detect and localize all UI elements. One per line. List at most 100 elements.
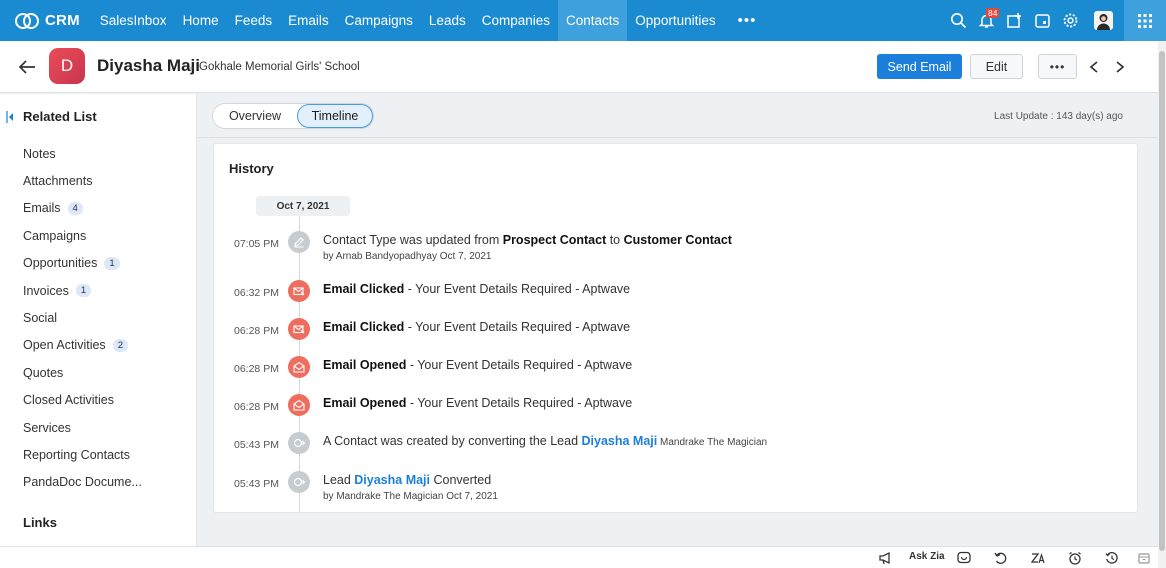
ask-zia-button[interactable]: Ask Zia	[909, 551, 945, 562]
related-item-quotes[interactable]: Quotes	[23, 359, 142, 386]
related-item-attachments[interactable]: Attachments	[23, 167, 142, 194]
history-icon[interactable]	[1105, 551, 1119, 565]
entry-time: 05:43 PM	[234, 478, 279, 490]
entry-subtext: by Mandrake The Magician Oct 7, 2021	[323, 491, 498, 502]
search-icon	[950, 13, 966, 29]
related-item-social[interactable]: Social	[23, 304, 142, 331]
top-nav: CRM SalesInbox Home Feeds Emails Campaig…	[0, 0, 1166, 41]
nav-more-button[interactable]: •••	[724, 0, 771, 41]
brand-name: CRM	[45, 12, 80, 29]
related-item-invoices[interactable]: Invoices 1	[23, 277, 142, 304]
timeline-date-chip: Oct 7, 2021	[256, 196, 350, 216]
entry-text: Email Clicked - Your Event Details Requi…	[323, 320, 631, 334]
record-separator: -	[190, 60, 194, 74]
nav-tab-contacts[interactable]: Contacts	[558, 0, 628, 41]
alarm-clock-icon[interactable]	[1068, 551, 1082, 565]
email-opened-icon	[288, 394, 310, 416]
tab-overview[interactable]: Overview	[213, 104, 297, 128]
edit-button[interactable]: Edit	[970, 54, 1023, 79]
entry-text: Email Opened - Your Event Details Requir…	[323, 358, 633, 372]
more-actions-button[interactable]: •••	[1038, 54, 1077, 79]
history-card: History Oct 7, 2021 07:05 PM Contact Typ…	[213, 143, 1138, 513]
related-list-items: Notes Attachments Emails 4 Campaigns Oppo…	[23, 140, 142, 496]
nav-utilities: 84	[944, 0, 1166, 41]
record-header: D Diyasha Maji - Gokhale Memorial Girls'…	[0, 41, 1158, 93]
timeline-entry: 06:28 PM Email Opened - Your Event Detai…	[214, 355, 1134, 385]
record-name: Diyasha Maji	[97, 56, 200, 75]
create-button[interactable]	[1000, 0, 1028, 41]
chat-icon[interactable]	[957, 551, 971, 565]
related-item-services[interactable]: Services	[23, 414, 142, 441]
calendar-button[interactable]	[1028, 0, 1056, 41]
bottom-toolbar: Ask Zia	[0, 546, 1158, 568]
scroll-thumb[interactable]	[1159, 51, 1165, 551]
back-arrow-icon[interactable]	[18, 59, 36, 75]
links-title: Links	[23, 515, 57, 530]
apps-menu-button[interactable]	[1124, 0, 1166, 41]
history-title: History	[229, 161, 274, 176]
related-item-opportunities[interactable]: Opportunities 1	[23, 250, 142, 277]
related-item-open-activities[interactable]: Open Activities 2	[23, 332, 142, 359]
megaphone-icon[interactable]	[879, 551, 893, 565]
entry-time: 06:28 PM	[234, 401, 279, 413]
crm-logo-icon	[15, 12, 39, 29]
nav-tab-campaigns[interactable]: Campaigns	[337, 0, 421, 41]
related-list-header[interactable]: Related List	[6, 109, 97, 124]
translate-icon[interactable]	[1031, 551, 1045, 565]
related-list-sidebar: Related List Notes Attachments Emails 4 C…	[0, 94, 197, 546]
page-scrollbar[interactable]	[1158, 41, 1166, 568]
lead-link[interactable]: Diyasha Maji	[582, 434, 658, 448]
related-item-emails[interactable]: Emails 4	[23, 195, 142, 222]
storage-icon[interactable]	[1137, 551, 1151, 565]
entry-time: 06:28 PM	[234, 363, 279, 375]
user-avatar[interactable]	[1094, 11, 1113, 30]
gear-icon	[1063, 13, 1077, 28]
entry-time: 07:05 PM	[234, 238, 279, 250]
calendar-icon	[1034, 14, 1050, 28]
view-toggle: Overview Timeline	[212, 103, 374, 129]
timeline-entry: 05:43 PM Lead Diyasha Maji Converted by …	[214, 470, 1134, 502]
email-clicked-icon	[288, 280, 310, 302]
nav-tab-leads[interactable]: Leads	[421, 0, 474, 41]
undo-icon[interactable]	[994, 551, 1008, 565]
related-item-pandadoc[interactable]: PandaDoc Docume...	[23, 469, 142, 496]
nav-tab-home[interactable]: Home	[175, 0, 227, 41]
tab-timeline[interactable]: Timeline	[297, 104, 373, 128]
timeline-entry: 06:28 PM Email Opened - Your Event Detai…	[214, 393, 1134, 423]
count-badge: 2	[112, 338, 128, 352]
previous-record-icon[interactable]	[1088, 60, 1100, 74]
count-badge: 1	[75, 284, 92, 298]
related-item-campaigns[interactable]: Campaigns	[23, 222, 142, 249]
nav-tab-salesinbox[interactable]: SalesInbox	[92, 0, 175, 41]
next-record-icon[interactable]	[1114, 60, 1126, 74]
collapse-sidebar-icon[interactable]	[6, 110, 14, 123]
entry-time: 06:28 PM	[234, 325, 279, 337]
grid-icon	[1138, 13, 1152, 28]
nav-tab-emails[interactable]: Emails	[280, 0, 337, 41]
nav-tab-opportunities[interactable]: Opportunities	[627, 0, 723, 41]
record-account-name[interactable]: Gokhale Memorial Girls' School	[199, 61, 360, 73]
entry-text: Email Clicked - Your Event Details Requi…	[323, 282, 631, 296]
send-email-button[interactable]: Send Email	[877, 54, 962, 79]
entry-subtext: by Arnab Bandyopadhyay Oct 7, 2021	[323, 251, 492, 262]
record-avatar: D	[49, 48, 85, 84]
settings-button[interactable]	[1056, 0, 1084, 41]
related-item-closed-activities[interactable]: Closed Activities	[23, 387, 142, 414]
related-item-notes[interactable]: Notes	[23, 140, 142, 167]
email-clicked-icon	[288, 318, 310, 340]
entry-text: Contact Type was updated from Prospect C…	[323, 233, 732, 247]
entry-text: Email Opened - Your Event Details Requir…	[323, 396, 633, 410]
related-list-title: Related List	[23, 109, 97, 124]
timeline-entry: 07:05 PM Contact Type was updated from P…	[214, 230, 1134, 262]
brand-logo[interactable]: CRM	[0, 0, 92, 41]
search-button[interactable]	[944, 0, 972, 41]
nav-tab-feeds[interactable]: Feeds	[227, 0, 281, 41]
timeline-entry: 06:28 PM Email Clicked - Your Event Deta…	[214, 317, 1134, 347]
notifications-button[interactable]: 84	[972, 0, 1000, 41]
timeline-entry: 05:43 PM A Contact was created by conver…	[214, 431, 1134, 461]
lead-link[interactable]: Diyasha Maji	[354, 473, 430, 487]
entry-time: 05:43 PM	[234, 439, 279, 451]
count-badge: 1	[104, 256, 120, 270]
related-item-reporting-contacts[interactable]: Reporting Contacts	[23, 441, 142, 468]
nav-tab-companies[interactable]: Companies	[474, 0, 558, 41]
